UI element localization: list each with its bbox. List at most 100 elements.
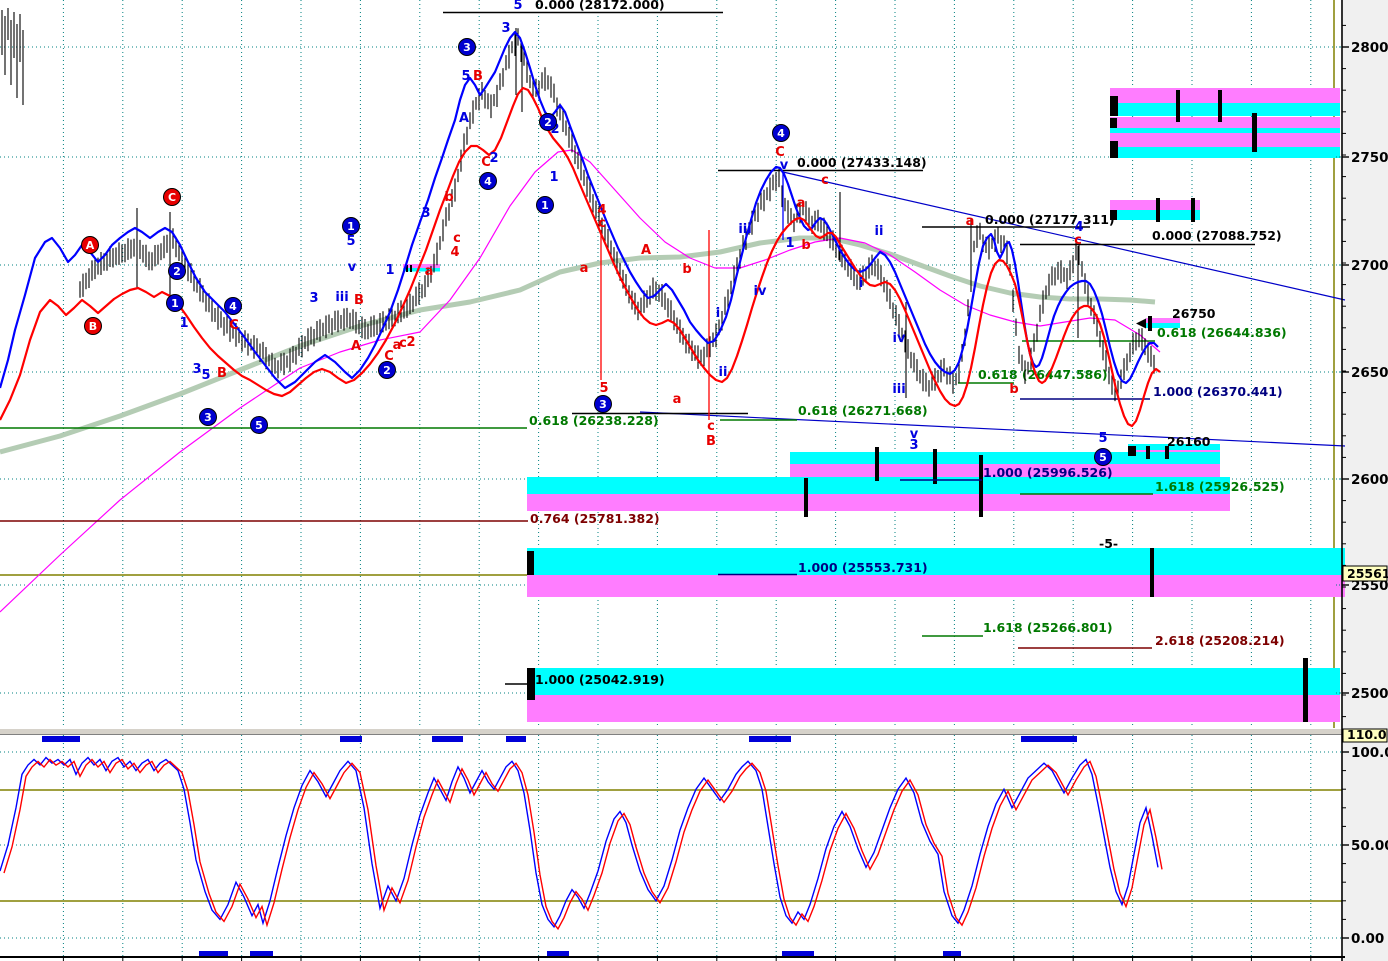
band-tick (1176, 90, 1180, 122)
wave-circle-label: 5 (255, 419, 263, 432)
band-tick (527, 668, 535, 700)
wave-label: iii (335, 290, 348, 305)
mob-band (527, 695, 1340, 722)
wave-label: 1 (785, 236, 794, 251)
wave-label: b (444, 190, 453, 205)
fib-label: 2.618 (25208.214) (1155, 633, 1285, 648)
wave-label: 3 (421, 206, 430, 221)
wave-circle-label: 2 (383, 364, 391, 377)
wave-label: B (217, 366, 227, 381)
mob-band (1110, 147, 1340, 158)
price-axis-label: 28000. (1351, 40, 1388, 56)
band-tick (1191, 198, 1195, 222)
fib-label: 0.764 (25781.382) (530, 511, 660, 526)
mob-band (527, 548, 1345, 575)
fib-label: 0.000 (27177.311) (985, 212, 1115, 227)
wave-label: c (821, 173, 829, 188)
mob-band (1110, 103, 1340, 116)
fib-label: 26160 (1167, 434, 1211, 449)
fib-label: 26750 (1172, 306, 1216, 321)
wave-label: iv (754, 284, 767, 299)
price-chart-canvas[interactable]: 0.000 (28172.000) 0.000 (27433.148) 0.000 … (0, 0, 1388, 961)
mob-band (1110, 210, 1200, 220)
wave-label: v (780, 158, 789, 173)
wave-circle-label: 2 (544, 116, 552, 129)
band-tick (933, 449, 937, 484)
wave-label: iii (892, 382, 905, 397)
wave-circle-label: C (168, 191, 176, 204)
wave-label: a (673, 392, 682, 407)
band-tick (410, 265, 412, 272)
band-tick (1156, 198, 1160, 222)
wave-label: 5 (599, 381, 608, 396)
fib-label: 1.000 (25553.731) (798, 560, 928, 575)
mob-band (1110, 128, 1340, 133)
wave-label: 3 (501, 21, 510, 36)
wave-label: 1 (385, 263, 394, 278)
wave-label: B (706, 434, 716, 449)
overbought-signal-bar (749, 736, 791, 742)
wave-label: 5 (201, 368, 210, 383)
band-tick (1150, 548, 1154, 597)
wave-label: 4 (450, 245, 459, 260)
wave-label: 3 (909, 438, 918, 453)
wave-label: 1 (179, 316, 188, 331)
wave-circle-label: 4 (484, 175, 492, 188)
wave-label: v (348, 260, 357, 275)
panel-divider (0, 728, 1342, 735)
wave-label: b (682, 262, 691, 277)
wave-label: C (229, 318, 239, 333)
price-axis-label: 27000. (1351, 258, 1388, 274)
oscillator-axis-label: 100.00 (1351, 745, 1388, 761)
wave-label: 3 (309, 291, 318, 306)
wave-circle-label: A (86, 239, 95, 252)
wave-label: B (354, 293, 364, 308)
wave-circle-label: 4 (777, 127, 785, 140)
price-axis-label: 26000. (1351, 472, 1388, 488)
band-tick (527, 551, 534, 575)
band-tick (1110, 141, 1118, 158)
wave-label: a (966, 214, 975, 229)
wave-label: iii (738, 222, 751, 237)
fib-label: 0.618 (26447.586) (978, 367, 1108, 382)
wave-circle-label: 1 (541, 199, 549, 212)
wave-label: ii (875, 224, 884, 239)
wave-label: 5 (461, 69, 470, 84)
wave-circle-label: 4 (229, 300, 237, 313)
band-tick (1218, 90, 1222, 122)
wave-circle-label: 3 (204, 411, 212, 424)
oscillator-axis-label: 50.00 (1351, 838, 1388, 854)
wave-label: c (598, 216, 606, 231)
fib-label: 0.618 (26238.228) (529, 413, 659, 428)
mob-band (1110, 200, 1200, 210)
mob-band (1110, 133, 1340, 147)
wave-label: i (859, 276, 863, 291)
wave-label: a (580, 261, 589, 276)
mob-band (1110, 117, 1340, 128)
wave-label: 2 (406, 335, 415, 350)
oscillator-axis-label: 0.00 (1351, 931, 1384, 947)
overbought-signal-bar (340, 736, 362, 742)
fib-label: 1.000 (25996.526) (983, 465, 1113, 480)
fib-label: 0.618 (26271.668) (798, 403, 928, 418)
price-axis-label: 26500. (1351, 365, 1388, 381)
fib-label: -5- (1099, 536, 1118, 551)
wave-label: 5 (346, 234, 355, 249)
wave-circle-label: 1 (171, 297, 179, 310)
band-tick (875, 447, 879, 481)
band-tick (1128, 446, 1136, 456)
overbought-signal-bar (432, 736, 463, 742)
wave-label: a (797, 196, 806, 211)
band-tick (1110, 96, 1118, 116)
wave-circle-label: 5 (1099, 451, 1107, 464)
fib-label: 1.618 (25926.525) (1155, 479, 1285, 494)
band-tick (1146, 446, 1150, 459)
wave-circle-label: B (89, 320, 97, 333)
wave-label: A (351, 339, 361, 354)
charting-app-window: 0.000 (28172.000) 0.000 (27433.148) 0.000 … (0, 0, 1388, 961)
fib-label: 0.000 (28172.000) (535, 0, 665, 12)
wave-circle-label: 2 (173, 265, 181, 278)
price-axis-label: 27500. (1351, 150, 1388, 166)
fib-label: 1.000 (26370.441) (1153, 384, 1283, 399)
fib-label: 0.000 (27088.752) (1152, 228, 1282, 243)
